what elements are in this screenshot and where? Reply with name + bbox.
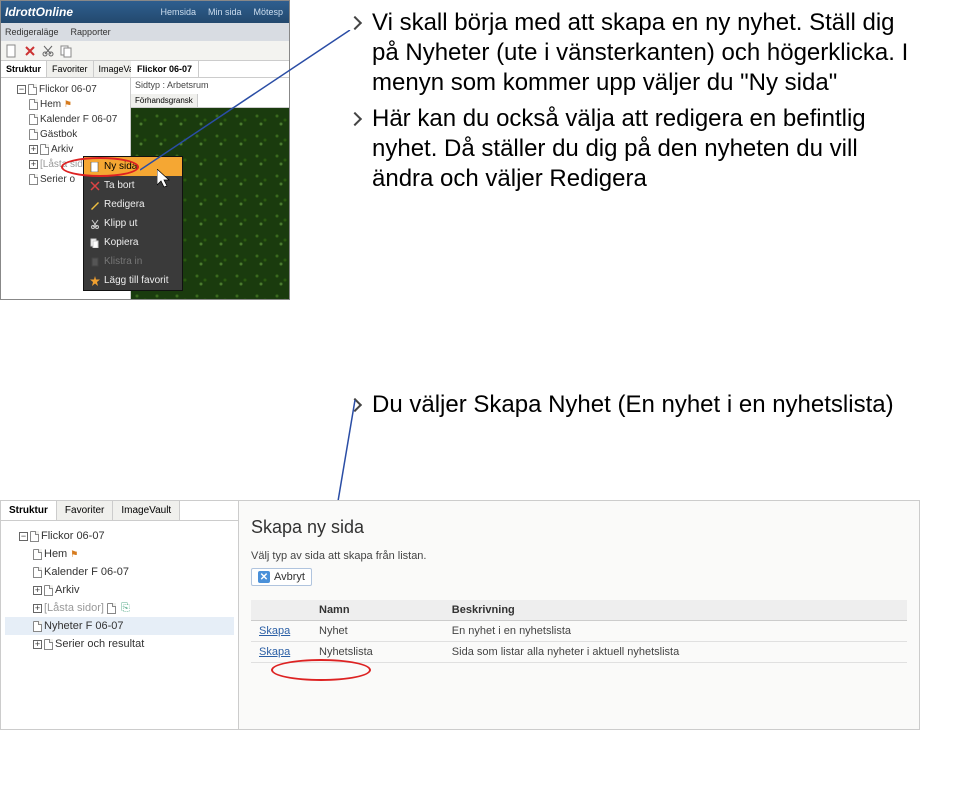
pin-icon: ⚑ [70, 549, 78, 559]
tab-minsida[interactable]: Min sida [202, 3, 248, 21]
bullet-1: Vi skall börja med att skapa en ny nyhet… [344, 8, 924, 98]
highlight-ring [61, 157, 139, 177]
th-namn: Namn [311, 600, 444, 621]
screenshot-editor: IdrottOnline Hemsida Min sida Mötesp Red… [0, 0, 290, 300]
table-row: Skapa Nyhet En nyhet i en nyhetslista [251, 621, 907, 642]
tree-kalender[interactable]: Kalender F 06-07 [3, 112, 128, 127]
ctx-redigera[interactable]: Redigera [84, 195, 182, 214]
instruction-block-2: Du väljer Skapa Nyhet (En nyhet i en nyh… [344, 390, 924, 420]
cancel-button[interactable]: ✕ Avbryt [251, 568, 312, 586]
cancel-icon: ✕ [258, 571, 270, 583]
left-tab-struktur[interactable]: Struktur [1, 61, 47, 77]
tab-motes[interactable]: Mötesp [247, 3, 289, 21]
ctx-klipp-ut[interactable]: Klipp ut [84, 214, 182, 233]
ctx-favorit[interactable]: Lägg till favorit [84, 271, 182, 290]
top-tabs: Hemsida Min sida Mötesp [154, 3, 289, 21]
sidtyp: Sidtyp : Arbetsrum [131, 78, 289, 92]
copy-icon [90, 238, 100, 248]
cut-icon [90, 219, 100, 229]
link-icon: ⎘ [121, 602, 130, 614]
left-tab-favoriter[interactable]: Favoriter [47, 61, 94, 77]
tree2-root[interactable]: −Flickor 06-07 [5, 527, 234, 545]
cell-nyhetslista-desc: Sida som listar alla nyheter i aktuell n… [444, 642, 907, 663]
pencil-icon [90, 200, 100, 210]
tree-2: −Flickor 06-07 Hem ⚑ Kalender F 06-07 +A… [1, 521, 238, 659]
th-beskrivning: Beskrivning [444, 600, 907, 621]
screenshot-create-page: Struktur Favoriter ImageVault −Flickor 0… [0, 500, 920, 730]
tree2-serier[interactable]: +Serier och resultat [5, 635, 234, 653]
tree-arkiv[interactable]: +Arkiv [3, 142, 128, 157]
skapa-link-nyhetslista[interactable]: Skapa [259, 646, 290, 658]
cut-icon[interactable] [41, 44, 55, 58]
subnav: Redigeraläge Rapporter [1, 23, 289, 41]
left2-tab-struktur[interactable]: Struktur [1, 501, 57, 520]
app-logo: IdrottOnline [5, 5, 73, 19]
highlight-ring-2 [271, 659, 371, 681]
page-type-table: Namn Beskrivning Skapa Nyhet En nyhet i … [251, 600, 907, 663]
ctx-klistra-in: Klistra in [84, 252, 182, 271]
table-row: Skapa Nyhetslista Sida som listar alla n… [251, 642, 907, 663]
copy-icon[interactable] [59, 44, 73, 58]
bullet-2: Här kan du också välja att redigera en b… [344, 104, 924, 194]
skapa-link-nyhet[interactable]: Skapa [259, 625, 290, 637]
th-blank [251, 600, 311, 621]
left-panel-2: Struktur Favoriter ImageVault −Flickor 0… [1, 501, 239, 729]
new-icon[interactable] [5, 44, 19, 58]
subnav-rapporter[interactable]: Rapporter [71, 27, 111, 37]
tree-root[interactable]: −Flickor 06-07 [3, 82, 128, 97]
tree2-nyheter[interactable]: Nyheter F 06-07 [5, 617, 234, 635]
app-header: IdrottOnline Hemsida Min sida Mötesp [1, 1, 289, 23]
tree2-hem[interactable]: Hem ⚑ [5, 545, 234, 563]
tree-gastbok[interactable]: Gästbok [3, 127, 128, 142]
instruction-block-1: Vi skall börja med att skapa en ny nyhet… [344, 8, 924, 200]
x-icon[interactable] [23, 44, 37, 58]
star-icon [90, 276, 100, 286]
cell-nyhet-desc: En nyhet i en nyhetslista [444, 621, 907, 642]
ctx-kopiera[interactable]: Kopiera [84, 233, 182, 252]
tab-hemsida[interactable]: Hemsida [154, 3, 202, 21]
preview-tab[interactable]: Förhandsgransk [131, 94, 198, 107]
create-title: Skapa ny sida [251, 517, 907, 538]
x-icon [90, 181, 100, 191]
tree2-arkiv[interactable]: +Arkiv [5, 581, 234, 599]
tree-hem[interactable]: Hem ⚑ [3, 97, 128, 112]
cell-nyhet: Nyhet [311, 621, 444, 642]
right-panel-2: Skapa ny sida Välj typ av sida att skapa… [239, 501, 919, 729]
cursor-icon [157, 169, 175, 191]
right-tab-flickor[interactable]: Flickor 06-07 [131, 61, 199, 77]
left2-tab-favoriter[interactable]: Favoriter [57, 501, 113, 520]
left2-tab-imagevault[interactable]: ImageVault [113, 501, 180, 520]
create-desc: Välj typ av sida att skapa från listan. [251, 550, 907, 562]
tree2-kalender[interactable]: Kalender F 06-07 [5, 563, 234, 581]
pin-icon: ⚑ [64, 99, 72, 109]
tree2-lasta[interactable]: +[Låsta sidor] ⎘ [5, 599, 234, 617]
paste-icon [90, 257, 100, 267]
toolbar [1, 41, 289, 61]
bullet-3: Du väljer Skapa Nyhet (En nyhet i en nyh… [344, 390, 924, 420]
subnav-redigera[interactable]: Redigeraläge [5, 27, 59, 37]
